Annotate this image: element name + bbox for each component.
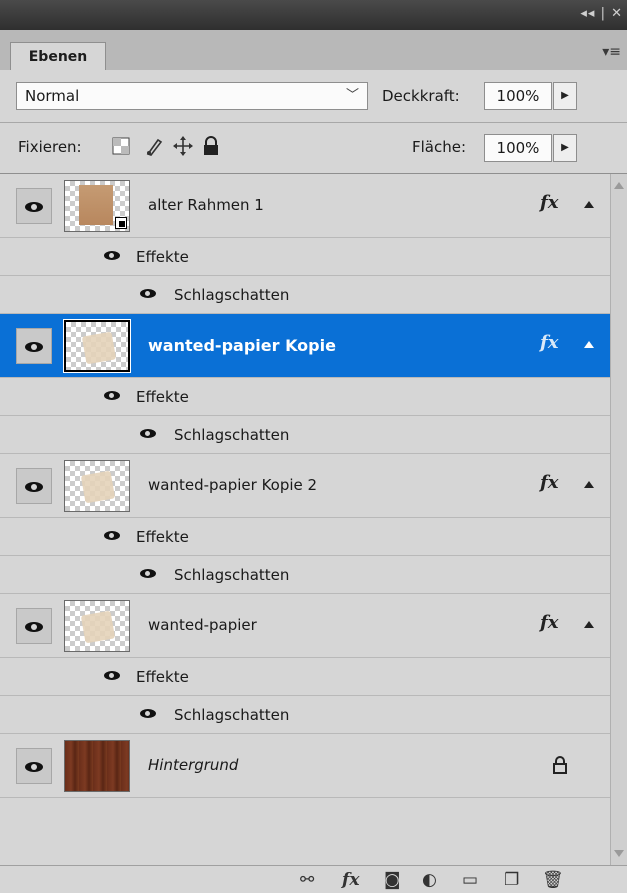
fx-icon[interactable]: fx — [540, 472, 558, 493]
blend-options-row: Normal ﹀ Deckkraft: 100% ▶ — [0, 70, 627, 123]
layer-name[interactable]: wanted-papier Kopie — [148, 336, 336, 355]
opacity-label: Deckkraft: — [382, 87, 460, 105]
opacity-field[interactable]: 100% — [484, 82, 552, 110]
fill-label: Fläche: — [412, 138, 467, 156]
eye-icon[interactable] — [140, 569, 156, 578]
effect-row-drop-shadow[interactable]: Schlagschatten — [0, 556, 610, 594]
effect-label: Schlagschatten — [174, 706, 290, 724]
blend-mode-select[interactable]: Normal ﹀ — [16, 82, 368, 110]
lock-image-pixels-icon[interactable] — [144, 135, 166, 157]
layers-panel: ◂◂ | ✕ Ebenen ▾≡ Normal ﹀ Deckkraft: 100… — [0, 0, 627, 893]
layer-list-scrollbar[interactable] — [610, 174, 627, 865]
layer-name[interactable]: wanted-papier — [148, 616, 257, 634]
lock-position-icon[interactable] — [172, 135, 194, 157]
panel-footer: ⚯ fx ◙ ◐ ▭ ❐ 🗑 — [0, 865, 627, 893]
expand-effects-icon[interactable] — [584, 621, 594, 628]
effects-row[interactable]: Effekte — [0, 518, 610, 556]
effect-row-drop-shadow[interactable]: Schlagschatten — [0, 416, 610, 454]
effects-label: Effekte — [136, 248, 189, 266]
eye-icon[interactable] — [140, 289, 156, 298]
visibility-toggle[interactable] — [16, 468, 52, 504]
visibility-toggle[interactable] — [16, 608, 52, 644]
layer-name[interactable]: wanted-papier Kopie 2 — [148, 476, 317, 494]
effects-row[interactable]: Effekte — [0, 658, 610, 696]
layer-thumbnail — [64, 460, 130, 512]
effects-row[interactable]: Effekte — [0, 238, 610, 276]
expand-effects-icon[interactable] — [584, 341, 594, 348]
lock-label: Fixieren: — [18, 138, 82, 156]
opacity-slider-button[interactable]: ▶ — [553, 82, 577, 110]
scroll-down-icon[interactable] — [614, 850, 624, 857]
layer-row-wanted-papier-kopie[interactable]: wanted-papier Kopie fx — [0, 314, 610, 378]
fill-field[interactable]: 100% — [484, 134, 552, 162]
layer-row-wanted-papier-kopie-2[interactable]: wanted-papier Kopie 2 fx — [0, 454, 610, 518]
panel-menu-icon[interactable]: ▾≡ — [602, 44, 621, 60]
eye-icon — [25, 762, 43, 772]
layer-thumbnail — [64, 740, 130, 792]
add-mask-icon[interactable]: ◙ — [384, 870, 401, 890]
new-group-icon[interactable]: ▭ — [462, 870, 478, 890]
lock-icon — [553, 756, 567, 774]
layer-thumbnail — [64, 180, 130, 232]
eye-icon — [25, 202, 43, 212]
layer-thumbnail — [63, 319, 131, 373]
effects-label: Effekte — [136, 388, 189, 406]
delete-layer-icon[interactable]: 🗑 — [542, 870, 564, 890]
effects-label: Effekte — [136, 668, 189, 686]
chevron-down-icon: ﹀ — [345, 88, 359, 103]
layer-name[interactable]: Hintergrund — [148, 756, 238, 774]
visibility-toggle[interactable] — [16, 748, 52, 784]
blend-mode-value: Normal — [25, 87, 80, 105]
lock-transparent-pixels-icon[interactable] — [110, 135, 132, 157]
effect-label: Schlagschatten — [174, 286, 290, 304]
scroll-up-icon[interactable] — [614, 182, 624, 189]
eye-icon[interactable] — [140, 709, 156, 718]
lock-fill-row: Fixieren: Fläche: 100% ▶ — [0, 123, 627, 174]
fx-icon[interactable]: fx — [540, 332, 558, 353]
layer-name[interactable]: alter Rahmen 1 — [148, 196, 264, 214]
visibility-toggle[interactable] — [16, 328, 52, 364]
tab-ebenen[interactable]: Ebenen — [10, 42, 106, 71]
fx-icon[interactable]: fx — [540, 612, 558, 633]
eye-icon[interactable] — [104, 391, 120, 400]
layer-thumbnail — [64, 600, 130, 652]
fill-slider-button[interactable]: ▶ — [553, 134, 577, 162]
layer-list: alter Rahmen 1 fx Effekte Schlagschatten… — [0, 174, 610, 865]
expand-effects-icon[interactable] — [584, 201, 594, 208]
smart-object-icon — [115, 217, 127, 229]
lock-all-icon[interactable] — [200, 135, 222, 157]
link-layers-icon[interactable]: ⚯ — [300, 870, 314, 890]
effects-label: Effekte — [136, 528, 189, 546]
panel-titlebar: ◂◂ | ✕ — [0, 0, 627, 31]
eye-icon[interactable] — [140, 429, 156, 438]
effect-row-drop-shadow[interactable]: Schlagschatten — [0, 696, 610, 734]
layer-row-wanted-papier[interactable]: wanted-papier fx — [0, 594, 610, 658]
eye-icon[interactable] — [104, 671, 120, 680]
eye-icon — [25, 482, 43, 492]
collapse-close-controls[interactable]: ◂◂ | ✕ — [580, 6, 623, 21]
effects-row[interactable]: Effekte — [0, 378, 610, 416]
effect-label: Schlagschatten — [174, 566, 290, 584]
add-style-icon[interactable]: fx — [342, 870, 359, 890]
panel-tab-row: Ebenen ▾≡ — [0, 30, 627, 71]
layer-row-hintergrund[interactable]: Hintergrund — [0, 734, 610, 798]
eye-icon[interactable] — [104, 251, 120, 260]
layer-row-alter-rahmen[interactable]: alter Rahmen 1 fx — [0, 174, 610, 238]
fx-icon[interactable]: fx — [540, 192, 558, 213]
eye-icon[interactable] — [104, 531, 120, 540]
expand-effects-icon[interactable] — [584, 481, 594, 488]
new-layer-icon[interactable]: ❐ — [504, 870, 519, 890]
eye-icon — [25, 622, 43, 632]
visibility-toggle[interactable] — [16, 188, 52, 224]
adjustment-layer-icon[interactable]: ◐ — [422, 870, 437, 890]
effect-row-drop-shadow[interactable]: Schlagschatten — [0, 276, 610, 314]
eye-icon — [25, 342, 43, 352]
effect-label: Schlagschatten — [174, 426, 290, 444]
